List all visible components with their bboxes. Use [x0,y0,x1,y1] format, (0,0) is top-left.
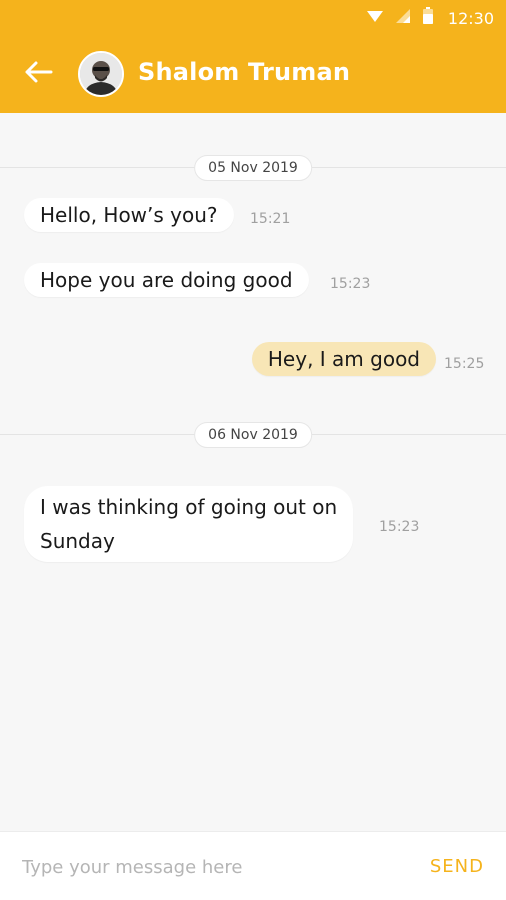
send-button[interactable]: SEND [430,856,484,877]
message-text-line: Sunday [40,529,115,553]
status-icons: 12:30 [366,7,494,29]
message-bubble-incoming[interactable]: I was thinking of going out on Sunday [24,486,354,562]
contact-name[interactable]: Shalom Truman [138,58,350,86]
message-text: Hey, I am good [267,347,420,371]
date-separator: 05 Nov 2019 [0,155,506,181]
message-text: Hello, How’s you? [40,203,218,227]
arrow-left-icon [23,60,53,88]
date-pill: 06 Nov 2019 [194,422,312,448]
app-bar: Shalom Truman [0,46,506,102]
message-bubble-outgoing[interactable]: Hey, I am good [251,342,436,376]
avatar[interactable] [78,51,124,97]
message-time: 15:25 [444,356,485,372]
app-header: 12:30 Shalom Truman [0,0,506,113]
message-input[interactable] [22,852,402,882]
message-time: 15:23 [330,276,371,292]
back-button[interactable] [20,58,56,90]
message-text-line: I was thinking of going out on [40,495,338,519]
date-pill: 05 Nov 2019 [194,155,312,181]
message-text: Hope you are doing good [40,268,293,292]
message-composer: SEND [0,831,506,900]
message-time: 15:23 [379,519,420,535]
battery-icon [422,7,434,29]
date-separator: 06 Nov 2019 [0,422,506,448]
status-bar: 12:30 [0,0,506,36]
status-time: 12:30 [447,8,494,28]
message-bubble-incoming[interactable]: Hello, How’s you? [24,198,234,232]
wifi-icon [366,8,384,28]
message-bubble-incoming[interactable]: Hope you are doing good [24,263,309,297]
message-time: 15:21 [250,211,291,227]
signal-icon [394,8,412,28]
chat-area[interactable]: 05 Nov 2019 Hello, How’s you? 15:21 Hope… [0,113,506,831]
